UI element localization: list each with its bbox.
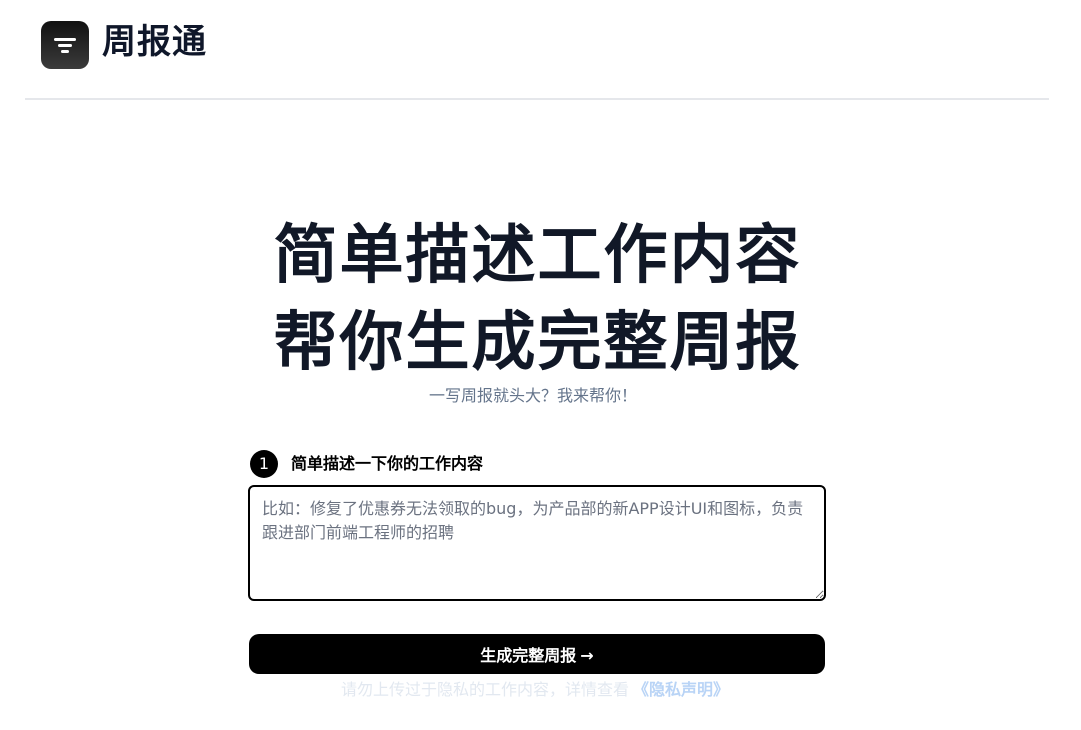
filter-lines-icon — [54, 38, 76, 53]
privacy-notice: 请勿上传过于隐私的工作内容，详情查看 《隐私声明》 — [0, 679, 1070, 701]
generate-report-label: 生成完整周报 — [480, 646, 577, 665]
arrow-right-icon: → — [580, 646, 594, 665]
privacy-policy-link[interactable]: 《隐私声明》 — [633, 680, 729, 699]
privacy-notice-text: 请勿上传过于隐私的工作内容，详情查看 — [340, 680, 629, 699]
work-content-input[interactable] — [248, 485, 826, 601]
hero-subtitle: 一写周报就头大？我来帮你！ — [428, 386, 637, 405]
generate-report-button[interactable]: 生成完整周报 → — [249, 634, 825, 674]
step-number-badge: 1 — [250, 450, 278, 478]
top-header: 周报通 — [25, 0, 1049, 100]
step-label: 简单描述一下你的工作内容 — [291, 454, 484, 473]
hero-title-line-2: 帮你生成完整周报 — [273, 306, 802, 380]
logo-icon[interactable] — [41, 21, 89, 69]
brand-name[interactable]: 周报通 — [102, 20, 207, 64]
hero-title-line-1: 简单描述工作内容 — [273, 219, 802, 293]
